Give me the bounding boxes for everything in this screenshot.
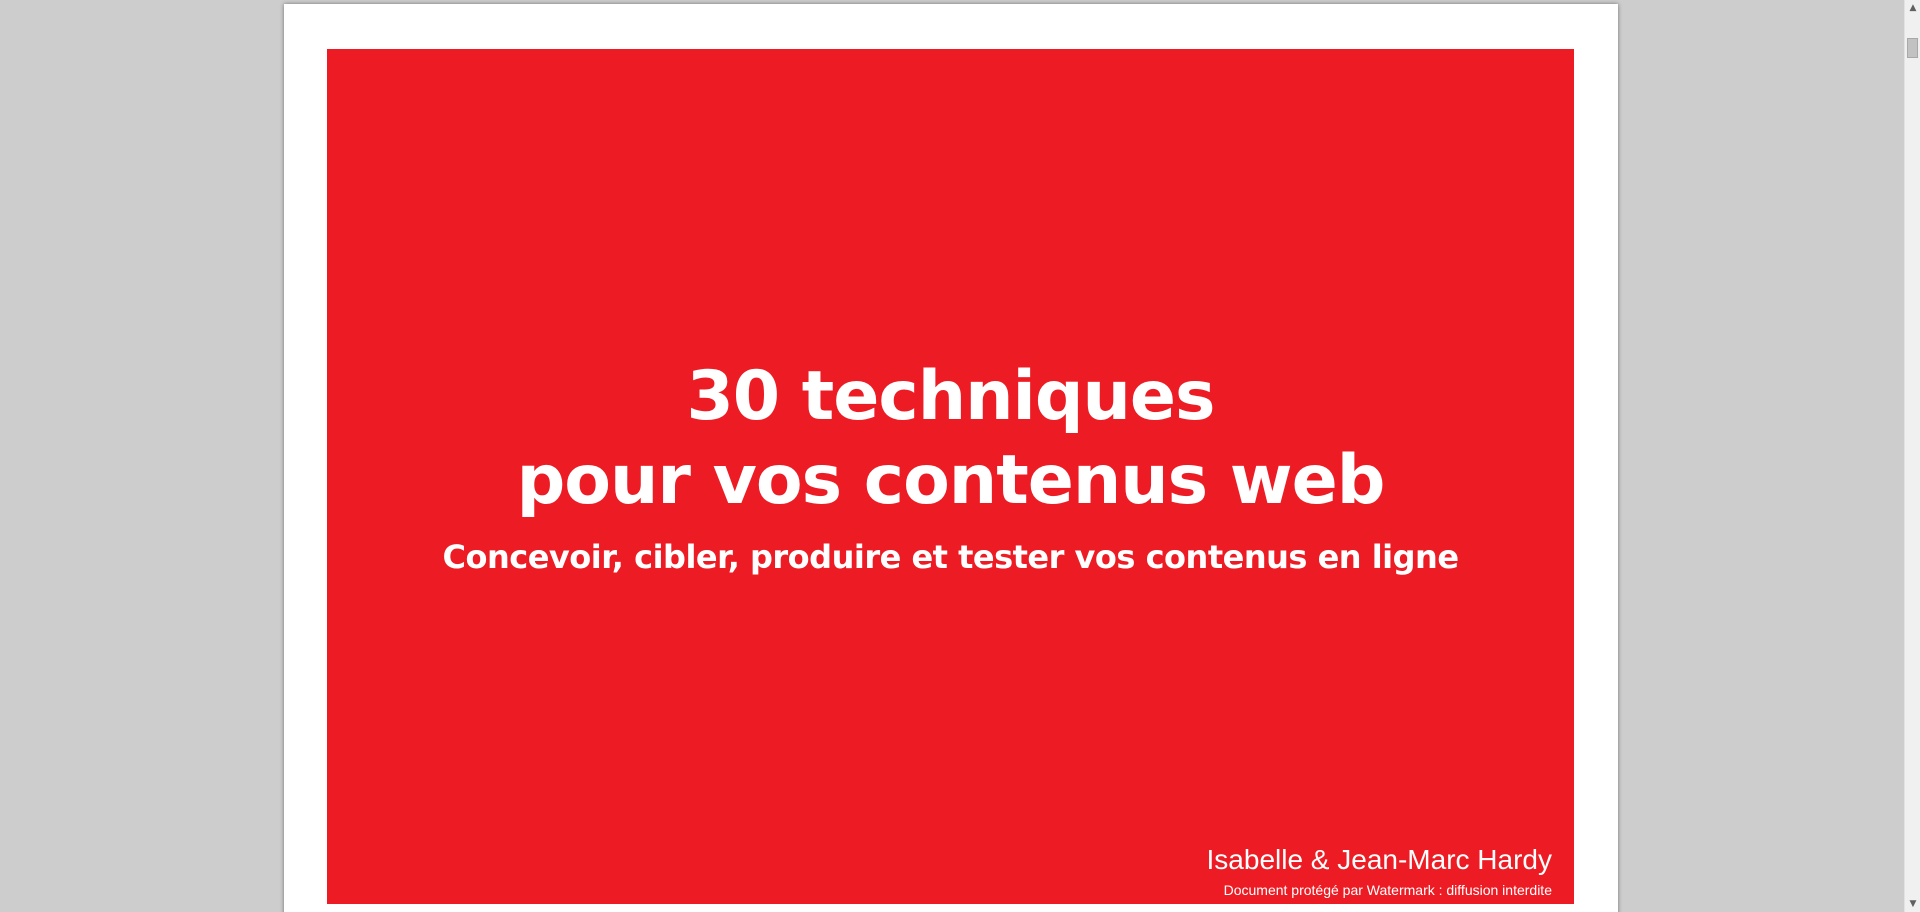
book-authors: Isabelle & Jean-Marc Hardy: [1206, 844, 1552, 875]
book-subtitle: Concevoir, cibler, produire et tester vo…: [442, 538, 1459, 576]
scrollbar-thumb[interactable]: [1907, 38, 1918, 58]
document-viewer[interactable]: 30 techniques pour vos contenus web Conc…: [0, 0, 1904, 912]
scroll-down-arrow-icon[interactable]: ▼: [1905, 896, 1920, 912]
title-line-1: 30 techniques: [686, 357, 1215, 436]
vertical-scrollbar[interactable]: ▲ ▼: [1904, 0, 1920, 912]
cover-panel: 30 techniques pour vos contenus web Conc…: [327, 49, 1574, 904]
scroll-up-arrow-icon[interactable]: ▲: [1905, 0, 1920, 16]
title-line-2: pour vos contenus web: [516, 441, 1386, 520]
document-page: 30 techniques pour vos contenus web Conc…: [284, 4, 1618, 912]
watermark-notice: Document protégé par Watermark : diffusi…: [1223, 882, 1552, 898]
book-title: 30 techniques pour vos contenus web: [327, 355, 1574, 523]
